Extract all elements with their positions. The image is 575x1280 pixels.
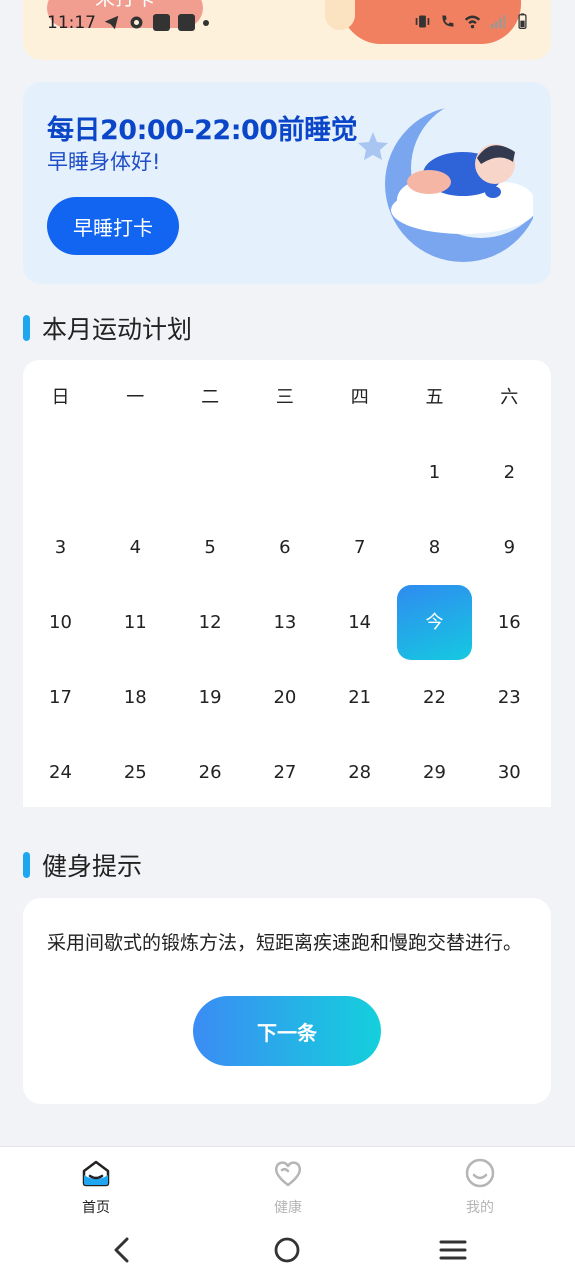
- calendar-day[interactable]: 3: [23, 510, 98, 585]
- status-time: 11:17: [47, 13, 96, 33]
- calendar-day[interactable]: 5: [173, 510, 248, 585]
- calendar-day-today[interactable]: 今: [397, 585, 472, 660]
- calendar-day[interactable]: 23: [472, 660, 547, 735]
- nav-label-health: 健康: [274, 1200, 302, 1216]
- calendar-day[interactable]: 14: [322, 585, 397, 660]
- fitness-tip-text: 采用间歇式的锻炼方法，短距离疾速跑和慢跑交替进行。: [47, 932, 523, 954]
- sleep-title: 每日20:00-22:00前睡觉: [47, 115, 358, 146]
- weekday-header: 一: [126, 387, 145, 408]
- calendar-day[interactable]: 17: [23, 660, 98, 735]
- calendar-day[interactable]: 25: [98, 735, 173, 810]
- more-notifications-dot: [203, 19, 209, 26]
- battery-icon: [518, 13, 527, 29]
- sleep-reminder-card: 每日20:00-22:00前睡觉 早睡身体好! 早睡打卡: [23, 82, 551, 284]
- signal-icon: [490, 14, 506, 29]
- calendar-day[interactable]: 7: [322, 510, 397, 585]
- wifi-call-icon: [442, 15, 454, 27]
- nav-label-mine: 我的: [466, 1200, 494, 1216]
- calendar-day[interactable]: 4: [98, 510, 173, 585]
- calendar-day[interactable]: 24: [23, 735, 98, 810]
- weekday-header: 六: [500, 387, 519, 408]
- calendar-day[interactable]: 18: [98, 660, 173, 735]
- fitness-tip-card: 采用间歇式的锻炼方法，短距离疾速跑和慢跑交替进行。 下一条: [23, 898, 551, 1104]
- calendar-day[interactable]: 6: [247, 510, 322, 585]
- calendar-day[interactable]: 16: [472, 585, 547, 660]
- calendar-day[interactable]: 20: [247, 660, 322, 735]
- gear-icon: [130, 16, 143, 29]
- telegram-icon: [104, 15, 119, 30]
- home-circle-icon[interactable]: [273, 1236, 301, 1264]
- calendar-day[interactable]: 12: [173, 585, 248, 660]
- plan-section-title-text: 本月运动计划: [42, 315, 193, 344]
- calendar-day[interactable]: 28: [322, 735, 397, 810]
- weekday-header: 四: [350, 387, 369, 408]
- shopping-bag-icon: [178, 14, 195, 31]
- system-icons: [414, 13, 531, 30]
- calendar-day[interactable]: 1: [397, 435, 472, 510]
- nav-item-home[interactable]: 首页: [56, 1157, 136, 1217]
- early-sleep-checkin-button[interactable]: 早睡打卡: [47, 197, 179, 255]
- calendar-day[interactable]: 10: [23, 585, 98, 660]
- monthly-calendar: 日一二三四五六 1 2 3 4 5 6 7 8 9 10 11 12 13 14 今 16 17 18 19 20 21 2…: [23, 360, 551, 807]
- notification-icons: [103, 14, 209, 31]
- calendar-day[interactable]: 8: [397, 510, 472, 585]
- calendar-day[interactable]: 13: [247, 585, 322, 660]
- tips-section-title: 健身提示: [23, 847, 142, 883]
- calendar-day[interactable]: 29: [397, 735, 472, 810]
- section-accent-bar: [23, 315, 30, 341]
- menu-icon[interactable]: [438, 1238, 468, 1262]
- weekday-header: 二: [201, 387, 220, 408]
- smile-icon: [465, 1158, 495, 1188]
- bottom-navigation: 首页 健康 我的: [0, 1146, 575, 1220]
- section-accent-bar: [23, 852, 30, 878]
- mail-icon: [153, 14, 170, 31]
- back-icon[interactable]: [110, 1236, 134, 1264]
- calendar-day[interactable]: 27: [247, 735, 322, 810]
- home-icon: [82, 1160, 110, 1187]
- calendar-day[interactable]: 11: [98, 585, 173, 660]
- system-navigation-bar: [0, 1220, 575, 1280]
- calendar-day[interactable]: 26: [173, 735, 248, 810]
- vibrate-icon: [415, 15, 430, 28]
- next-tip-button[interactable]: 下一条: [193, 996, 381, 1066]
- wifi-icon: [464, 15, 481, 29]
- nav-item-health[interactable]: 健康: [248, 1157, 328, 1217]
- calendar-day[interactable]: 9: [472, 510, 547, 585]
- calendar-day[interactable]: 30: [472, 735, 547, 810]
- calendar-day[interactable]: 22: [397, 660, 472, 735]
- status-bar: 11:17: [0, 0, 575, 46]
- calendar-day[interactable]: 19: [173, 660, 248, 735]
- plan-section-title: 本月运动计划: [23, 310, 192, 346]
- weekday-header: 日: [51, 387, 70, 408]
- weekday-header: 五: [425, 387, 444, 408]
- sleeping-moon-illustration: [358, 102, 533, 262]
- nav-label-home: 首页: [82, 1200, 110, 1216]
- nav-item-mine[interactable]: 我的: [440, 1157, 520, 1217]
- calendar-day[interactable]: 2: [472, 435, 547, 510]
- heart-icon: [274, 1161, 302, 1187]
- tips-section-title-text: 健身提示: [42, 852, 143, 881]
- sleep-subtitle: 早睡身体好!: [47, 150, 161, 174]
- calendar-day[interactable]: 21: [322, 660, 397, 735]
- weekday-header: 三: [275, 387, 294, 408]
